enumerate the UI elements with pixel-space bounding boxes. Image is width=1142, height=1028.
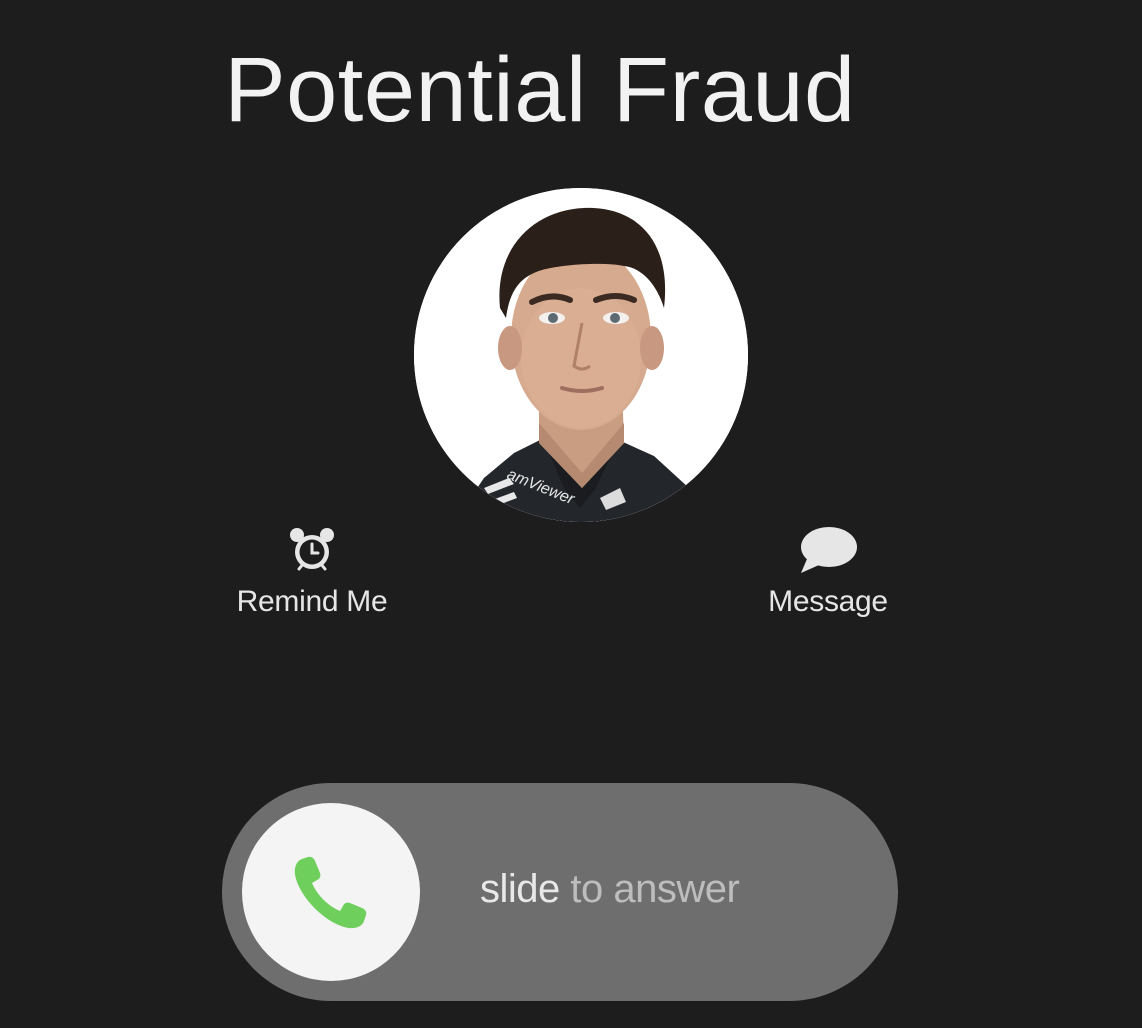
slide-to-answer-track[interactable]: slide to answer (222, 783, 898, 1001)
incoming-call-screen: Potential Fraud amViewer Remind Me Messa… (0, 0, 1142, 1028)
message-label: Message (768, 585, 888, 618)
speech-bubble-icon (801, 527, 857, 573)
slide-text-rest: to answer (559, 867, 740, 911)
slide-to-answer-label: slide to answer (480, 867, 740, 912)
caller-avatar: amViewer (414, 188, 748, 522)
avatar-portrait: amViewer (414, 188, 748, 522)
slide-text-bold: slide (480, 867, 560, 911)
alarm-clock-icon (290, 528, 334, 571)
message-button[interactable]: Message (728, 525, 928, 619)
caller-name: Potential Fraud (224, 39, 856, 141)
answer-knob[interactable] (242, 803, 420, 981)
phone-handset-icon (294, 856, 367, 929)
remind-me-button[interactable]: Remind Me (212, 525, 412, 619)
remind-me-label: Remind Me (236, 585, 388, 618)
